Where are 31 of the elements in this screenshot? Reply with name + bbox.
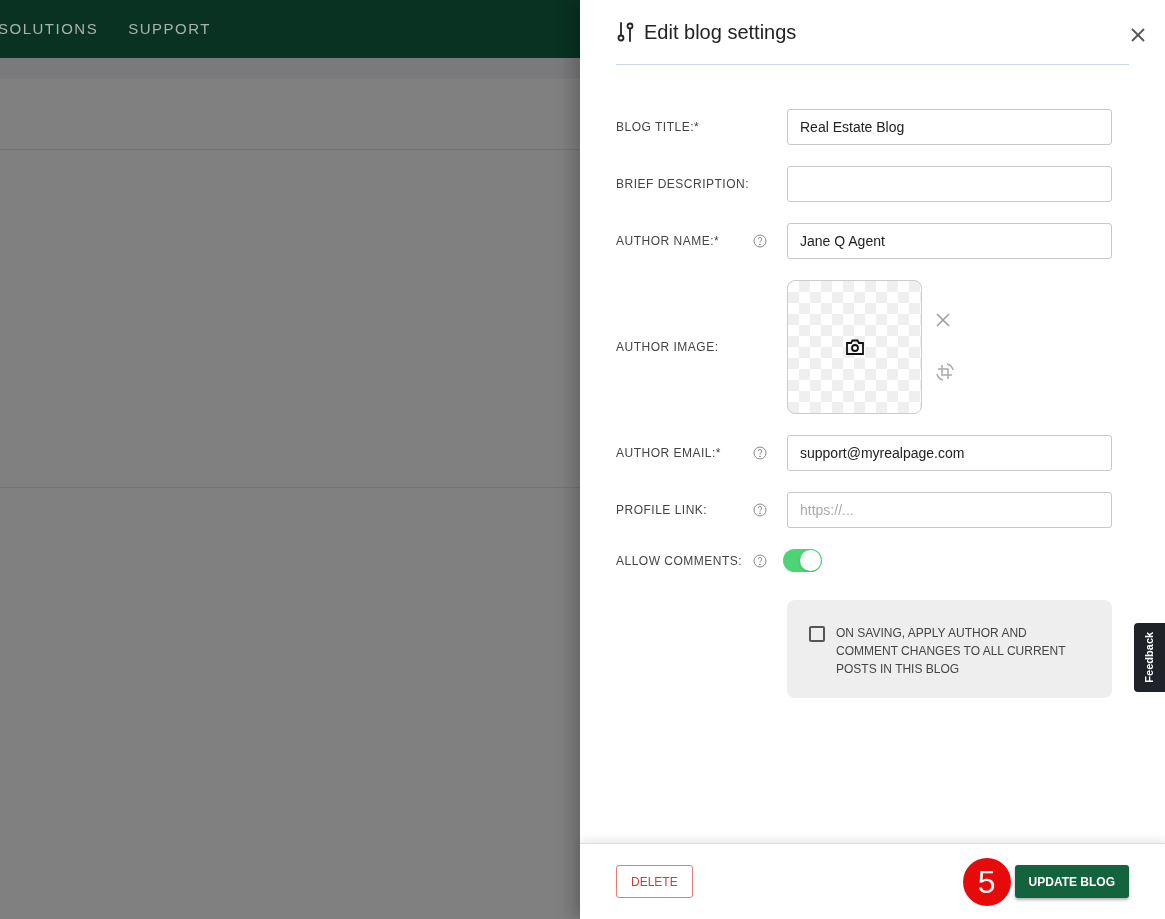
field-label: AUTHOR EMAIL:*: [616, 445, 722, 462]
field-label: AUTHOR NAME:*: [616, 233, 721, 250]
field-label: PROFILE LINK:: [616, 502, 709, 519]
step-badge: 5: [962, 857, 1011, 906]
toggle-switch[interactable]: [783, 549, 822, 572]
crop-button[interactable]: [934, 361, 956, 383]
help-icon[interactable]: [753, 553, 767, 568]
image-upload[interactable]: [787, 280, 922, 414]
delete-button[interactable]: DELETE: [616, 865, 693, 898]
apply-all-label: ON SAVING, APPLY AUTHOR AND COMMENT CHANGES TO ALL CURRENT POSTS IN THIS BLOG: [836, 625, 1067, 678]
help-icon[interactable]: [753, 234, 767, 248]
text-field[interactable]: Jane Q Agent: [787, 223, 1112, 259]
nav-link[interactable]: SUPPORT: [128, 17, 211, 41]
field-label: BLOG TITLE:*: [616, 119, 701, 136]
feedback-tab[interactable]: Feedback: [1134, 623, 1165, 692]
update-blog-button[interactable]: UPDATE BLOG: [1014, 865, 1129, 898]
checkbox[interactable]: [809, 626, 825, 642]
text-field[interactable]: [787, 166, 1112, 202]
camera-icon: [844, 338, 865, 356]
field-label: AUTHOR IMAGE:: [616, 339, 720, 356]
text-field[interactable]: Real Estate Blog: [787, 109, 1112, 145]
close-button[interactable]: [1129, 26, 1147, 44]
help-icon[interactable]: [753, 503, 767, 517]
field-label: ALLOW COMMENTS:: [616, 552, 744, 570]
text-field[interactable]: https://...: [787, 492, 1112, 528]
sliders-icon: [616, 21, 636, 43]
help-icon[interactable]: [753, 446, 767, 460]
panel-title: Edit blog settings: [644, 20, 797, 45]
field-label: BRIEF DESCRIPTION:: [616, 176, 750, 193]
remove-image-button[interactable]: [934, 311, 952, 329]
text-field[interactable]: support@myrealpage.com: [787, 435, 1112, 471]
